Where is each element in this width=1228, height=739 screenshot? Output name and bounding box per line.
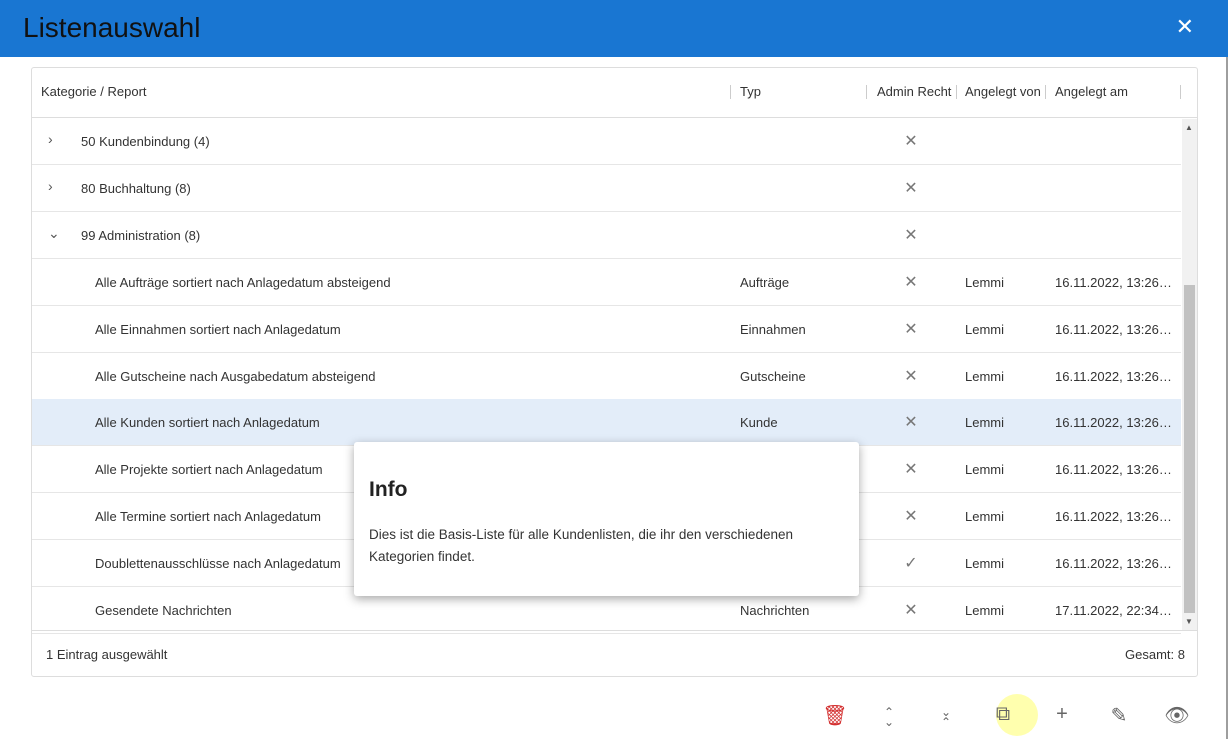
row-name: 99 Administration (8) [81, 227, 201, 243]
row-angelegt-von: Lemmi [965, 462, 1005, 478]
expand-all-button[interactable]: ⌃ ⌄ [874, 703, 904, 731]
view-icon: 👁 [1164, 705, 1190, 727]
cross-icon: ✕ [904, 602, 918, 619]
row-name: Alle Aufträge sortiert nach Anlagedatum … [95, 274, 391, 290]
column-header-angelegt-am[interactable]: Angelegt am [1055, 84, 1128, 99]
delete-button[interactable]: 🗑 [820, 703, 850, 731]
cross-icon: ✕ [904, 508, 918, 526]
row-name: Alle Einnahmen sortiert nach Anlagedatum [95, 321, 341, 337]
cross-icon: ✕ [904, 320, 918, 338]
total-count: Gesamt: 8 [1125, 647, 1185, 662]
delete-icon: 🗑 [822, 705, 848, 727]
cross-icon: ✕ [904, 367, 918, 385]
copy-icon: ⧉ [995, 703, 1011, 725]
chevron-down-icon[interactable]: ⌄ [48, 225, 60, 242]
cross-icon: ✕ [904, 414, 918, 432]
row-angelegt-am: 16.11.2022, 13:26:00 [1055, 321, 1173, 337]
row-angelegt-am: 17.11.2022, 22:34:00 [1055, 603, 1173, 618]
row-angelegt-am: 16.11.2022, 13:26:00 [1055, 462, 1173, 478]
row-angelegt-von: Lemmi [965, 274, 1005, 290]
row-typ: Nachrichten [740, 603, 810, 618]
scrollbar-thumb[interactable] [1184, 285, 1195, 613]
column-header-admin[interactable]: Admin Recht [877, 84, 951, 99]
row-angelegt-am: 16.11.2022, 13:26:00 [1055, 415, 1173, 431]
row-name: Alle Projekte sortiert nach Anlagedatum [95, 462, 323, 478]
row-angelegt-von: Lemmi [965, 321, 1005, 337]
row-typ: Kunde [740, 415, 778, 431]
category-row[interactable]: › 50 Kundenbindung (4) ✕ [32, 118, 1181, 165]
row-angelegt-am: 16.11.2022, 13:26:00 [1055, 274, 1173, 290]
column-header-typ[interactable]: Typ [740, 84, 761, 99]
edit-button[interactable]: ✎ [1104, 703, 1134, 731]
chevron-right-icon[interactable]: › [48, 178, 58, 194]
grid-footer: 1 Eintrag ausgewählt Gesamt: 8 [32, 630, 1197, 676]
report-row[interactable]: Alle Aufträge sortiert nach Anlagedatum … [32, 259, 1181, 306]
row-angelegt-von: Lemmi [965, 415, 1005, 431]
row-angelegt-am: 16.11.2022, 13:26:00 [1055, 368, 1173, 384]
category-row[interactable]: ⌄ 99 Administration (8) ✕ [32, 212, 1181, 259]
row-angelegt-von: Lemmi [965, 603, 1005, 618]
row-name: Alle Kunden sortiert nach Anlagedatum [95, 415, 320, 431]
row-typ: Aufträge [740, 274, 790, 290]
row-name: Doublettenausschlüsse nach Anlagedatum [95, 556, 341, 572]
row-typ: Einnahmen [740, 321, 806, 337]
cross-icon: ✕ [904, 273, 918, 291]
expand-all-icon: ⌃ ⌄ [883, 705, 895, 729]
add-icon: + [1056, 703, 1068, 725]
report-row[interactable]: Alle Einnahmen sortiert nach Anlagedatum… [32, 306, 1181, 353]
row-angelegt-von: Lemmi [965, 509, 1005, 525]
cross-icon: ✕ [904, 179, 918, 197]
window-title: Listenauswahl [23, 12, 201, 43]
add-button[interactable]: + [1047, 703, 1077, 731]
check-icon: ✓ [904, 555, 918, 573]
cross-icon: ✕ [904, 133, 918, 150]
close-icon[interactable]: ✕ [1176, 14, 1194, 40]
row-angelegt-von: Lemmi [965, 368, 1005, 384]
row-name: Alle Termine sortiert nach Anlagedatum [95, 509, 321, 525]
chevron-right-icon[interactable]: › [48, 131, 58, 147]
info-popup: Info Dies ist die Basis-Liste für alle K… [354, 442, 859, 596]
row-name: Gesendete Nachrichten [95, 603, 232, 618]
title-bar: Listenauswahl ✕ [0, 0, 1228, 57]
row-angelegt-am: 16.11.2022, 13:26:00 [1055, 509, 1173, 525]
edit-icon: ✎ [1110, 705, 1128, 727]
view-button[interactable]: 👁 [1162, 703, 1192, 731]
row-angelegt-am: 16.11.2022, 13:26:00 [1055, 556, 1173, 572]
column-header-angelegt-von[interactable]: Angelegt von [965, 84, 1041, 99]
row-name: 80 Buchhaltung (8) [81, 180, 191, 196]
copy-button[interactable]: ⧉ [988, 703, 1018, 731]
collapse-all-icon: ⌄ ⌃ [940, 705, 952, 729]
popup-text: Dies ist die Basis-Liste für alle Kunden… [369, 527, 793, 564]
cross-icon: ✕ [904, 461, 918, 479]
grid-header: Kategorie / Report Typ Admin Recht Angel… [32, 68, 1197, 118]
row-angelegt-von: Lemmi [965, 556, 1005, 572]
column-header-kategorie[interactable]: Kategorie / Report [41, 84, 147, 99]
row-name: Alle Gutscheine nach Ausgabedatum abstei… [95, 368, 376, 384]
row-name: 50 Kundenbindung (4) [81, 134, 210, 149]
report-row[interactable]: Alle Kunden sortiert nach Anlagedatum Kun… [32, 399, 1181, 447]
cross-icon: ✕ [904, 226, 918, 244]
popup-title: Info [369, 478, 408, 501]
row-typ: Gutscheine [740, 368, 806, 384]
category-row[interactable]: › 80 Buchhaltung (8) ✕ [32, 165, 1181, 212]
selection-count: 1 Eintrag ausgewählt [46, 647, 168, 662]
collapse-all-button[interactable]: ⌄ ⌃ [931, 703, 961, 731]
vertical-scrollbar[interactable]: ▲ ▼ [1182, 119, 1197, 630]
report-row[interactable]: Alle Gutscheine nach Ausgabedatum abstei… [32, 353, 1181, 400]
